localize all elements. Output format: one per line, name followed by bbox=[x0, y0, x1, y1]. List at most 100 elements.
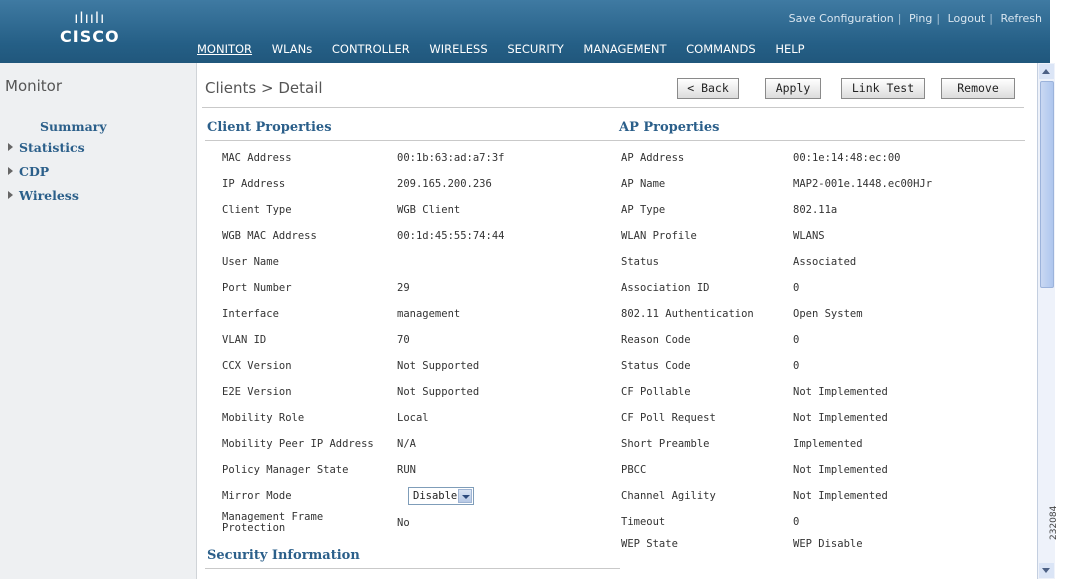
ap-property-label: PBCC bbox=[621, 464, 647, 476]
ap-property-label: AP Name bbox=[621, 178, 666, 190]
apply-button[interactable]: Apply bbox=[765, 78, 821, 99]
nav-management[interactable]: MANAGEMENT bbox=[583, 42, 666, 56]
client-property-value: management bbox=[397, 308, 461, 320]
ap-property-value: MAP2-001e.1448.ec00HJr bbox=[793, 178, 933, 190]
security-information-heading: Security Information bbox=[207, 548, 360, 563]
ap-property-value: Not Implemented bbox=[793, 412, 888, 424]
ap-property-label: WEP State bbox=[621, 538, 678, 550]
client-property-value: 00:1d:45:55:74:44 bbox=[397, 230, 505, 242]
cisco-logo: ılıılı CISCO bbox=[60, 10, 120, 47]
sidebar-item-cdp[interactable]: CDP bbox=[8, 164, 49, 179]
client-property-value: N/A bbox=[397, 438, 416, 450]
sidebar-item-label: Wireless bbox=[19, 188, 79, 203]
client-property-value: 209.165.200.236 bbox=[397, 178, 492, 190]
client-property-label: Mobility Peer IP Address bbox=[222, 438, 374, 450]
client-property-value: 29 bbox=[397, 282, 410, 294]
client-property-value: RUN bbox=[397, 464, 416, 476]
sidebar-item-label: Summary bbox=[40, 119, 107, 134]
sidebar-item-summary[interactable]: Summary bbox=[40, 119, 107, 134]
scroll-up-icon[interactable] bbox=[1039, 64, 1054, 79]
ap-property-value: Implemented bbox=[793, 438, 863, 450]
logout-link[interactable]: Logout bbox=[948, 12, 986, 25]
ap-property-value: WLANS bbox=[793, 230, 825, 242]
ap-property-label: Association ID bbox=[621, 282, 710, 294]
client-property-value: Local bbox=[397, 412, 429, 424]
client-property-label: Management Frame Protection bbox=[222, 511, 324, 534]
client-property-label: Interface bbox=[222, 308, 279, 320]
sidebar-item-label: Statistics bbox=[19, 140, 85, 155]
nav-monitor[interactable]: MONITOR bbox=[197, 42, 252, 56]
back-button[interactable]: < Back bbox=[677, 78, 739, 99]
ap-property-value: 802.11a bbox=[793, 204, 838, 216]
client-property-value: No bbox=[397, 517, 410, 529]
client-property-label: CCX Version bbox=[222, 360, 292, 372]
figure-id: 232084 bbox=[1049, 505, 1059, 540]
nav-controller[interactable]: CONTROLLER bbox=[332, 42, 410, 56]
client-property-label: MAC Address bbox=[222, 152, 292, 164]
sidebar-item-wireless[interactable]: Wireless bbox=[8, 188, 79, 203]
security-information-divider bbox=[205, 568, 620, 569]
save-configuration-link[interactable]: Save Configuration bbox=[789, 12, 894, 25]
ap-property-value: 00:1e:14:48:ec:00 bbox=[793, 152, 901, 164]
ap-property-value: 0 bbox=[793, 282, 800, 294]
logo-text: CISCO bbox=[60, 27, 120, 46]
ap-property-label: CF Pollable bbox=[621, 386, 691, 398]
sidebar-item-label: CDP bbox=[19, 164, 50, 179]
client-properties-heading: Client Properties bbox=[207, 120, 332, 135]
chevron-down-icon[interactable] bbox=[458, 489, 472, 503]
ap-property-value: Associated bbox=[793, 256, 857, 268]
scroll-down-icon[interactable] bbox=[1039, 563, 1054, 578]
scrollbar-thumb[interactable] bbox=[1040, 81, 1054, 288]
refresh-link[interactable]: Refresh bbox=[1000, 12, 1042, 25]
client-property-label: Policy Manager State bbox=[222, 464, 349, 476]
ap-property-label: AP Address bbox=[621, 152, 685, 164]
ap-properties-heading: AP Properties bbox=[619, 120, 720, 135]
top-links: Save Configuration | Ping | Logout | Refres… bbox=[788, 12, 1042, 25]
client-property-value: WGB Client bbox=[397, 204, 461, 216]
nav-help[interactable]: HELP bbox=[775, 42, 804, 56]
nav-wireless[interactable]: WIRELESS bbox=[429, 42, 487, 56]
client-property-label: E2E Version bbox=[222, 386, 292, 398]
client-property-label: Mobility Role bbox=[222, 412, 305, 424]
ap-property-label: Short Preamble bbox=[621, 438, 710, 450]
main-content: Clients > Detail < Back Apply Link Test … bbox=[197, 63, 1037, 579]
ap-properties-divider bbox=[617, 140, 1025, 141]
client-property-value: 00:1b:63:ad:a7:3f bbox=[397, 152, 505, 164]
ap-property-label: CF Poll Request bbox=[621, 412, 716, 424]
ap-property-label: AP Type bbox=[621, 204, 666, 216]
ap-property-label: Status Code bbox=[621, 360, 691, 372]
title-divider bbox=[202, 107, 1024, 108]
client-properties-divider bbox=[205, 140, 620, 141]
ap-property-label: Timeout bbox=[621, 516, 666, 528]
client-property-label: WGB MAC Address bbox=[222, 230, 317, 242]
ap-property-value: 0 bbox=[793, 360, 800, 372]
ap-property-value: Not Implemented bbox=[793, 490, 888, 502]
expand-arrow-icon bbox=[8, 191, 13, 199]
ap-property-value: Open System bbox=[793, 308, 863, 320]
remove-button[interactable]: Remove bbox=[941, 78, 1015, 99]
page-title: Clients > Detail bbox=[205, 79, 323, 97]
ping-link[interactable]: Ping bbox=[909, 12, 932, 25]
client-property-label: Client Type bbox=[222, 204, 292, 216]
client-property-value: 70 bbox=[397, 334, 410, 346]
expand-arrow-icon bbox=[8, 143, 13, 151]
nav-commands[interactable]: COMMANDS bbox=[686, 42, 756, 56]
ap-property-value: 0 bbox=[793, 334, 800, 346]
sidebar-title: Monitor bbox=[5, 77, 63, 95]
sidebar-item-statistics[interactable]: Statistics bbox=[8, 140, 85, 155]
nav-wlans[interactable]: WLANs bbox=[272, 42, 313, 56]
nav-security[interactable]: SECURITY bbox=[507, 42, 563, 56]
mirror-mode-select[interactable]: Disable bbox=[408, 487, 474, 505]
main-nav: MONITOR WLANs CONTROLLER WIRELESS SECURI… bbox=[197, 42, 821, 56]
client-property-label: Mirror Mode bbox=[222, 490, 292, 502]
ap-property-value: Not Implemented bbox=[793, 464, 888, 476]
link-test-button[interactable]: Link Test bbox=[841, 78, 925, 99]
ap-property-value: WEP Disable bbox=[793, 538, 863, 550]
logo-bars: ılıılı bbox=[74, 9, 106, 27]
ap-property-label: Channel Agility bbox=[621, 490, 716, 502]
client-property-value: Not Supported bbox=[397, 360, 480, 372]
ap-property-value: Not Implemented bbox=[793, 386, 888, 398]
vertical-scrollbar[interactable] bbox=[1037, 63, 1055, 579]
client-property-label: IP Address bbox=[222, 178, 286, 190]
sidebar: Monitor Summary Statistics CDP Wireless bbox=[0, 63, 197, 579]
